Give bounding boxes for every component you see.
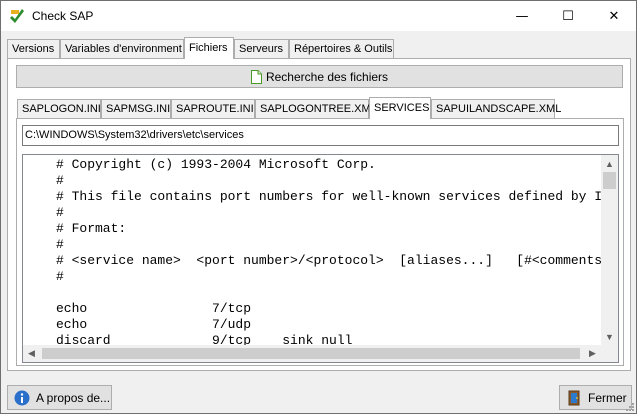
window-title: Check SAP xyxy=(32,9,94,23)
scroll-up-icon[interactable]: ▲ xyxy=(601,155,618,172)
fichiers-panel: Recherche des fichiers SAPLOGON.INI SAPM… xyxy=(7,58,631,371)
scroll-left-icon[interactable]: ◀ xyxy=(23,345,40,362)
info-icon xyxy=(14,390,30,405)
tab-repertoires-outils[interactable]: Répertoires & Outils xyxy=(289,39,394,58)
tab-sapmsg-ini[interactable]: SAPMSG.INI xyxy=(101,99,171,118)
file-content-line: # Format: xyxy=(56,221,127,236)
search-files-label: Recherche des fichiers xyxy=(265,69,389,84)
search-files-button[interactable]: Recherche des fichiers xyxy=(16,65,623,88)
about-label: A propos de... xyxy=(36,390,111,405)
tab-saplogon-ini[interactable]: SAPLOGON.INI xyxy=(17,99,101,118)
file-content-line: # xyxy=(56,237,64,252)
horizontal-scrollbar[interactable]: ◀ ▶ xyxy=(23,345,618,362)
tab-sapuilandscape-xml[interactable]: SAPUILANDSCAPE.XML xyxy=(431,99,561,118)
maximize-button[interactable]: ☐ xyxy=(545,1,591,31)
resize-grip-icon[interactable] xyxy=(624,401,634,411)
file-content-text: # Copyright (c) 1993-2004 Microsoft Corp… xyxy=(56,157,619,349)
file-content-line: # This file contains port numbers for we… xyxy=(56,189,619,204)
scroll-down-icon[interactable]: ▼ xyxy=(601,328,618,345)
file-content-line: # Copyright (c) 1993-2004 Microsoft Corp… xyxy=(56,157,376,172)
horizontal-scroll-thumb[interactable] xyxy=(42,348,580,359)
tab-fichiers[interactable]: Fichiers xyxy=(184,37,234,59)
tab-saproute-ini[interactable]: SAPROUTE.INI xyxy=(171,99,255,118)
vertical-scrollbar[interactable]: ▲ ▼ xyxy=(601,155,618,345)
tab-services[interactable]: SERVICES xyxy=(369,97,431,119)
exit-door-icon xyxy=(568,390,580,405)
file-content-line: # <service name> <port number>/<protocol… xyxy=(56,253,618,268)
tab-versions[interactable]: Versions xyxy=(7,39,60,58)
file-path-field[interactable]: C:\WINDOWS\System32\drivers\etc\services xyxy=(22,125,619,146)
about-button[interactable]: A propos de... xyxy=(7,385,112,410)
file-content-line: # xyxy=(56,269,64,284)
main-window: Check SAP — ☐ ✕ Versions Variables d'env… xyxy=(0,0,637,414)
file-content-line: echo 7/udp xyxy=(56,317,252,332)
tab-serveurs[interactable]: Serveurs xyxy=(234,39,289,58)
document-icon xyxy=(250,69,262,84)
scrollbar-corner xyxy=(601,345,618,362)
file-content-line: # xyxy=(56,173,64,188)
vertical-scroll-thumb[interactable] xyxy=(603,172,616,189)
title-bar[interactable]: Check SAP — ☐ ✕ xyxy=(1,1,636,31)
minimize-button[interactable]: — xyxy=(499,1,545,31)
services-panel: C:\WINDOWS\System32\drivers\etc\services… xyxy=(16,118,624,366)
tab-variables-environment[interactable]: Variables d'environment xyxy=(60,39,184,58)
file-content-line: # xyxy=(56,205,64,220)
close-window-button[interactable]: ✕ xyxy=(591,1,637,31)
close-label: Fermer xyxy=(588,390,627,405)
tab-saplogontree-xml[interactable]: SAPLOGONTREE.XML xyxy=(255,99,377,118)
scroll-right-icon[interactable]: ▶ xyxy=(584,345,601,362)
app-icon xyxy=(10,9,24,23)
file-content-line xyxy=(56,285,618,301)
file-content-line: echo 7/tcp xyxy=(56,301,252,316)
file-content-textarea[interactable]: # Copyright (c) 1993-2004 Microsoft Corp… xyxy=(22,154,619,363)
close-button[interactable]: Fermer xyxy=(559,385,632,410)
